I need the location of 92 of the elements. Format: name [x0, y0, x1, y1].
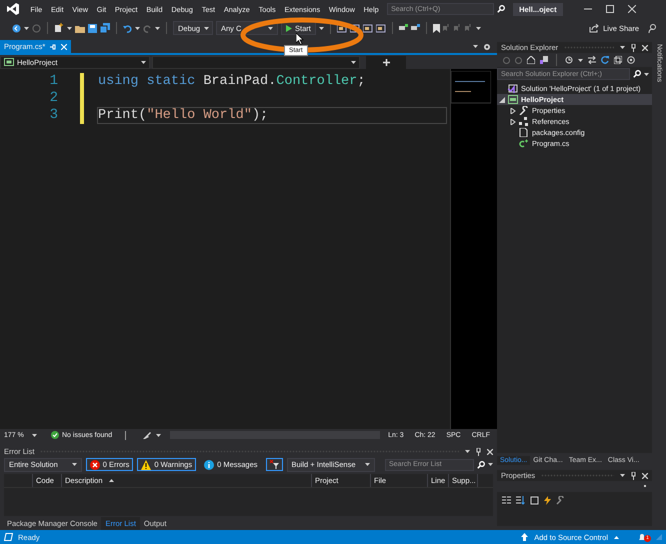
- caret-icon[interactable]: [578, 58, 583, 62]
- search-icon: [477, 460, 485, 468]
- collapsed-arrow-icon[interactable]: [510, 108, 516, 114]
- csharp-file-icon: [519, 139, 529, 148]
- save-all-icon[interactable]: [100, 23, 110, 33]
- categorized-icon[interactable]: [502, 496, 511, 504]
- code-line: using static BrainPad.Controller;: [98, 74, 366, 89]
- caret-icon[interactable]: [24, 26, 29, 30]
- property-pages-icon[interactable]: [530, 496, 539, 504]
- warning-icon: [141, 460, 152, 470]
- info-icon: [204, 460, 214, 470]
- references-icon: [519, 117, 529, 126]
- clear-filter-button[interactable]: [266, 458, 283, 471]
- line-number: 1: [48, 73, 58, 90]
- pin-icon[interactable]: [631, 44, 636, 52]
- new-item-icon[interactable]: [54, 23, 64, 33]
- uncomment-icon[interactable]: [410, 24, 420, 32]
- csharp-project-icon: [508, 95, 518, 104]
- maximize-icon[interactable]: [606, 5, 614, 13]
- caret-icon[interactable]: [488, 463, 493, 466]
- line-number: 3: [48, 107, 58, 124]
- forward-icon[interactable]: [515, 56, 522, 64]
- config-file-icon: [519, 128, 529, 137]
- code-line: Print("Hello World");: [98, 108, 268, 123]
- caret-icon[interactable]: [72, 463, 77, 466]
- close-icon[interactable]: [642, 44, 648, 50]
- mouse-cursor-icon: [296, 33, 304, 45]
- bell-icon[interactable]: [638, 532, 646, 542]
- home-icon[interactable]: [527, 56, 535, 64]
- app-logo-icon: [6, 2, 20, 16]
- caret-icon: [644, 485, 647, 488]
- bookmark-next-icon[interactable]: [454, 24, 462, 32]
- sync-icon[interactable]: [588, 56, 596, 64]
- settings-icon[interactable]: [627, 56, 635, 64]
- wrench-icon: [519, 106, 529, 115]
- close-icon[interactable]: [487, 448, 493, 454]
- dropdown-icon[interactable]: [620, 474, 625, 477]
- dropdown-icon[interactable]: [465, 450, 470, 453]
- search-icon: [497, 5, 506, 13]
- alphabetical-icon[interactable]: [516, 496, 525, 504]
- caret-icon[interactable]: [644, 72, 649, 76]
- split-add-button[interactable]: [366, 56, 406, 68]
- expanded-arrow-icon[interactable]: [499, 96, 505, 102]
- caret-icon[interactable]: [365, 463, 370, 466]
- undo-icon[interactable]: [123, 24, 132, 32]
- lightning-icon[interactable]: [544, 496, 551, 504]
- line-number: 2: [48, 90, 58, 107]
- history-icon[interactable]: [565, 56, 573, 64]
- check-circle-icon: [51, 431, 59, 439]
- caret-icon[interactable]: [141, 60, 146, 64]
- caret-icon: [614, 536, 619, 538]
- collapsed-arrow-icon[interactable]: [510, 118, 516, 124]
- plus-icon: [382, 58, 390, 66]
- caret-icon[interactable]: [155, 26, 160, 30]
- settings-icon[interactable]: [483, 42, 491, 50]
- caret-icon[interactable]: [351, 60, 356, 64]
- caret-icon[interactable]: [67, 26, 72, 30]
- caret-icon[interactable]: [32, 434, 37, 436]
- pin-icon[interactable]: [476, 448, 481, 456]
- caret-icon[interactable]: [156, 434, 162, 436]
- forward-icon[interactable]: [32, 24, 41, 32]
- caret-icon[interactable]: [318, 26, 324, 30]
- back-icon[interactable]: [12, 24, 21, 32]
- error-icon: [90, 460, 100, 470]
- filter-icon: [270, 460, 279, 469]
- caret-icon[interactable]: [268, 26, 273, 30]
- up-arrow-icon: [521, 533, 528, 541]
- pin-icon[interactable]: [631, 472, 636, 480]
- caret-icon[interactable]: [476, 26, 481, 30]
- search-icon: [633, 70, 641, 78]
- caret-icon[interactable]: [204, 26, 210, 30]
- ready-icon: [4, 533, 13, 541]
- share-icon: [589, 24, 600, 32]
- caret-icon[interactable]: [135, 26, 140, 30]
- close-icon[interactable]: [642, 472, 648, 478]
- collapse-all-icon[interactable]: [614, 56, 622, 64]
- close-icon[interactable]: [628, 5, 636, 13]
- brush-icon[interactable]: [143, 431, 152, 439]
- refresh-icon[interactable]: [601, 56, 609, 64]
- resize-grip-icon: [656, 534, 662, 540]
- solution-icon: [508, 84, 518, 93]
- wrench-icon[interactable]: [556, 496, 565, 504]
- save-icon[interactable]: [88, 24, 97, 32]
- tab-list-icon[interactable]: [473, 45, 478, 48]
- dropdown-icon[interactable]: [620, 46, 625, 49]
- comment-icon[interactable]: [398, 24, 408, 32]
- csharp-project-icon: [4, 58, 14, 66]
- redo-icon[interactable]: [143, 24, 152, 32]
- bookmark-icon[interactable]: [432, 24, 440, 32]
- sort-ascending-icon: [108, 479, 114, 482]
- switch-views-icon[interactable]: [540, 56, 548, 64]
- play-icon: [286, 24, 292, 32]
